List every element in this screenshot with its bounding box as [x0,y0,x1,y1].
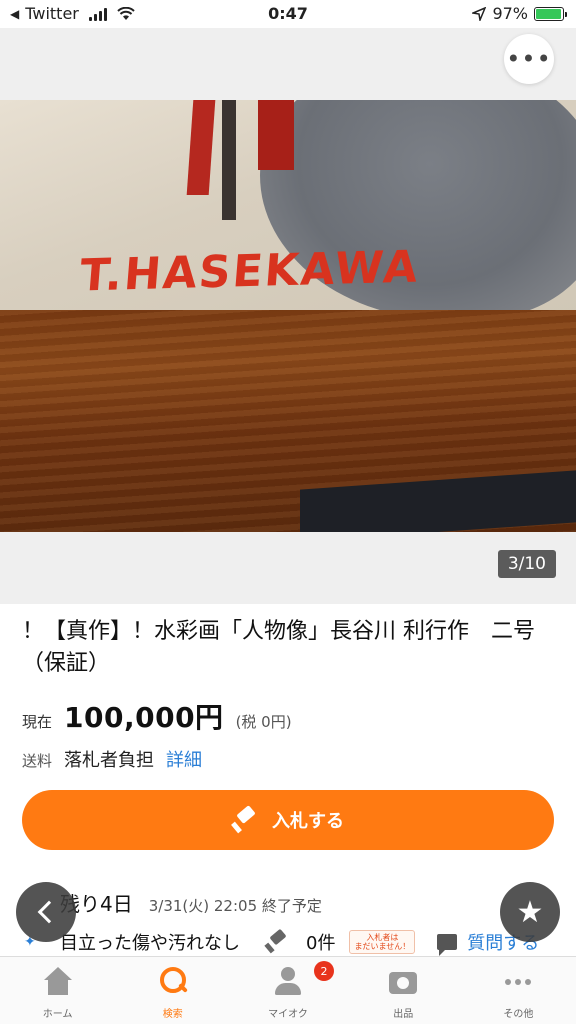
shipping-value: 落札者負担 [64,750,155,771]
image-gallery[interactable]: T.HASEKAWA ••• 3/10 [0,28,576,604]
gavel-icon [232,807,258,833]
item-photo[interactable]: T.HASEKAWA [0,100,576,532]
feature-row: ✦ 目立った傷や汚れなし 0件 入札者は まだいません！ 質問する [24,928,564,956]
no-bids-badge: 入札者は まだいません！ [349,930,416,954]
question-chat-icon[interactable] [437,934,458,956]
item-condition: 目立った傷や汚れなし [60,933,240,954]
bid-count[interactable]: 0件 [306,929,335,955]
tab-other[interactable]: その他 [461,957,576,1024]
end-time: 3/31(火) 22:05 終了予定 [148,897,322,915]
tab-other-label: その他 [503,1009,534,1020]
tab-search-label: 検索 [162,1009,183,1020]
shipping-row: 送料 落札者負担 詳細 [22,746,202,772]
camera-icon [386,967,420,997]
tab-my-auction-label: マイオク [268,1009,308,1020]
tab-my-auction[interactable]: 2 マイオク [230,957,345,1024]
watchlist-star-button[interactable]: ★ [500,882,560,942]
tab-home-label: ホーム [42,1009,73,1020]
ellipsis-icon: ••• [506,45,552,73]
tab-search[interactable]: 検索 [115,957,230,1024]
status-bar: ◀ Twitter 0:47 97% [0,0,576,28]
chevron-left-icon [37,900,61,924]
back-button[interactable] [16,882,76,942]
remaining-time-row: 残り4日 3/31(火) 22:05 終了予定 [60,888,322,917]
notification-badge: 2 [314,961,334,981]
dots-icon [501,967,535,997]
bid-button[interactable]: 入札する [22,790,554,850]
no-bids-badge-line2: まだいません！ [354,942,411,951]
search-icon [156,967,190,997]
star-icon: ★ [516,894,544,930]
bottom-tab-bar: ホーム 検索 2 マイオク 出品 その他 [0,956,576,1024]
shipping-label: 送料 [22,752,53,770]
bid-button-label: 入札する [272,811,344,831]
price-label: 現在 [22,713,53,731]
person-icon [271,967,305,997]
tab-sell[interactable]: 出品 [346,957,461,1024]
more-options-button[interactable]: ••• [504,34,554,84]
image-counter: 3/10 [497,550,556,578]
tax-amount: (税 0円) [235,713,292,731]
battery-icon [534,6,567,21]
tab-sell-label: 出品 [393,1009,414,1020]
battery-percent: 97% [492,4,528,23]
status-right: 97% [472,4,567,23]
shipping-detail-link[interactable]: 詳細 [166,746,202,772]
location-arrow-icon [472,6,487,21]
current-price: 100,000円 [64,701,224,734]
home-icon [41,967,75,997]
tab-home[interactable]: ホーム [0,957,115,1024]
no-bids-badge-line1: 入札者は [366,933,399,942]
item-title: ！【真作】！水彩画「人物像」長谷川 利行作 二号（保証） [22,619,535,676]
photo-signature: T.HASEKAWA [78,241,422,302]
price-row: 現在 100,000円 (税 0円) [22,696,292,736]
bid-count-gavel-icon [266,930,290,954]
battery-fill [536,8,562,19]
